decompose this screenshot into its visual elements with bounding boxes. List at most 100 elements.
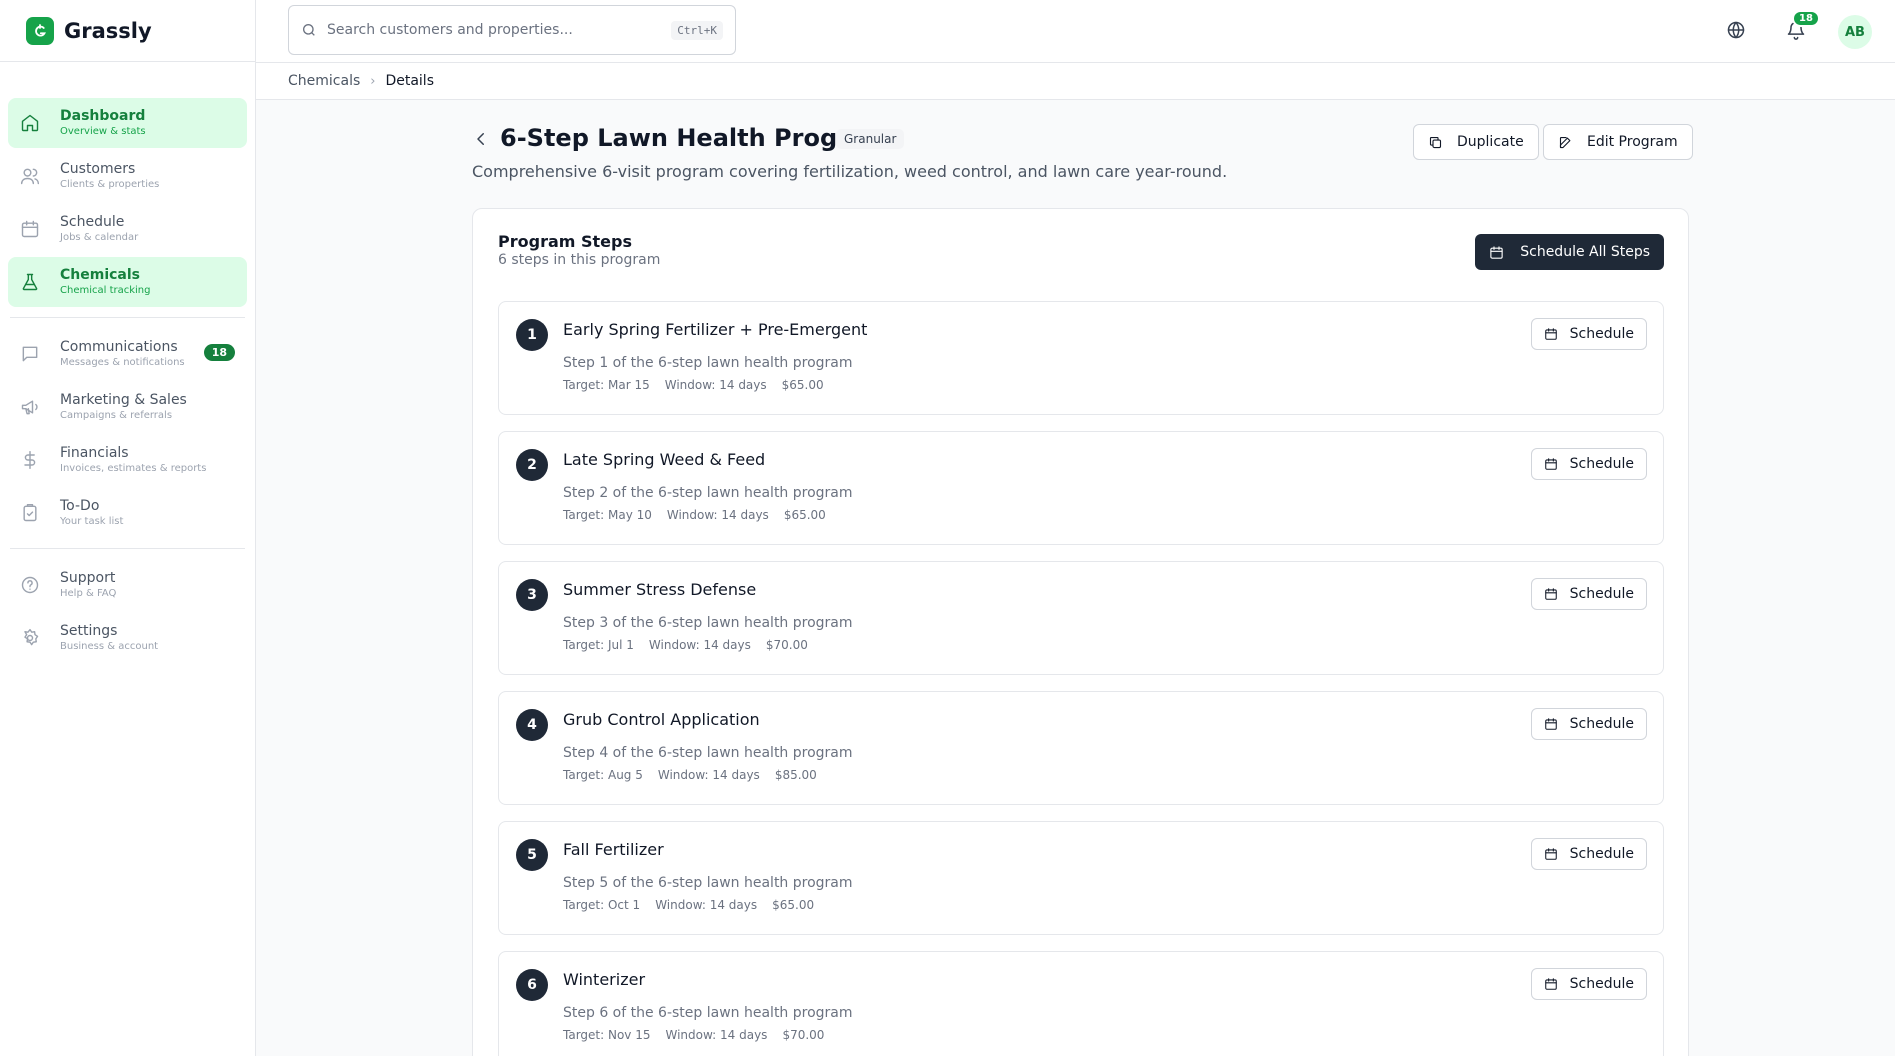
step-window: Window: 14 days xyxy=(666,508,769,522)
calendar-icon xyxy=(1544,718,1557,730)
step-target: Target: May 10 xyxy=(563,508,652,522)
sidebar-item-dashboard[interactable]: Dashboard Overview & stats xyxy=(8,98,247,148)
sidebar-item-sub: Help & FAQ xyxy=(60,587,117,599)
step-meta: Target: Jul 1 Window: 14 days $70.00 xyxy=(563,638,823,652)
step-number: 2 xyxy=(516,449,548,481)
sidebar-item-sub: Messages & notifications xyxy=(60,356,185,368)
breadcrumb-current: Details xyxy=(385,73,434,89)
step-price: $70.00 xyxy=(765,638,808,652)
calendar-icon xyxy=(1544,458,1557,470)
sidebar-item-todo[interactable]: To-Do Your task list xyxy=(8,488,247,538)
step-number: 3 xyxy=(516,579,548,611)
schedule-step-button[interactable]: Schedule xyxy=(1530,968,1647,1000)
step-description: Step 3 of the 6-step lawn health program xyxy=(563,615,853,631)
sidebar-item-chemicals[interactable]: Chemicals Chemical tracking xyxy=(8,257,247,307)
schedule-step-button[interactable]: Schedule xyxy=(1530,578,1647,610)
search-shortcut: Ctrl+K xyxy=(671,20,723,40)
sidebar-item-communications[interactable]: Communications Messages & notifications 1… xyxy=(8,329,247,379)
step-meta: Target: Oct 1 Window: 14 days $65.00 xyxy=(563,898,829,912)
calendar-icon xyxy=(1544,978,1557,990)
sidebar-item-label: Chemicals xyxy=(60,266,141,283)
dollar-icon xyxy=(20,450,40,470)
globe-icon[interactable] xyxy=(1726,20,1748,42)
step-price: $65.00 xyxy=(781,378,824,392)
program-step: 4 Grub Control Application Step 4 of the… xyxy=(498,691,1664,805)
brand-name: Grassly xyxy=(64,18,152,43)
step-description: Step 5 of the 6-step lawn health program xyxy=(563,875,853,891)
step-description: Step 4 of the 6-step lawn health program xyxy=(563,745,853,761)
schedule-label: Schedule xyxy=(1569,976,1634,992)
step-target: Target: Jul 1 xyxy=(563,638,634,652)
step-description: Step 2 of the 6-step lawn health program xyxy=(563,485,853,501)
sidebar-item-sub: Jobs & calendar xyxy=(60,231,139,243)
card-subtitle: 6 steps in this program xyxy=(498,252,661,268)
step-title: Grub Control Application xyxy=(563,710,760,729)
step-target: Target: Nov 15 xyxy=(563,1028,651,1042)
sidebar-item-support[interactable]: Support Help & FAQ xyxy=(8,560,247,610)
sidebar-item-sub: Campaigns & referrals xyxy=(60,409,173,421)
program-step: 6 Winterizer Step 6 of the 6-step lawn h… xyxy=(498,951,1664,1056)
program-steps-card: Program Steps 6 steps in this program Sc… xyxy=(472,208,1689,1056)
sidebar-item-label: Financials xyxy=(60,444,129,461)
duplicate-button[interactable]: Duplicate xyxy=(1413,124,1539,160)
step-price: $85.00 xyxy=(774,768,817,782)
edit-program-label: Edit Program xyxy=(1587,134,1678,150)
schedule-label: Schedule xyxy=(1569,456,1634,472)
schedule-step-button[interactable]: Schedule xyxy=(1530,448,1647,480)
schedule-label: Schedule xyxy=(1569,716,1634,732)
schedule-all-label: Schedule All Steps xyxy=(1520,244,1650,260)
page-description: Comprehensive 6-visit program covering f… xyxy=(472,162,1228,181)
step-title: Summer Stress Defense xyxy=(563,580,757,599)
grassly-logo-icon xyxy=(26,16,54,45)
back-arrow-icon[interactable] xyxy=(472,130,492,150)
step-title: Early Spring Fertilizer + Pre-Emergent xyxy=(563,320,868,339)
step-target: Target: Oct 1 xyxy=(563,898,641,912)
gear-icon xyxy=(20,628,40,648)
schedule-all-steps-button[interactable]: Schedule All Steps xyxy=(1475,234,1664,270)
step-title: Late Spring Weed & Feed xyxy=(563,450,766,469)
sidebar-item-financials[interactable]: Financials Invoices, estimates & reports xyxy=(8,435,247,485)
calendar-icon xyxy=(1544,328,1557,340)
schedule-step-button[interactable]: Schedule xyxy=(1530,318,1647,350)
chevron-right-icon: › xyxy=(370,73,376,89)
edit-icon xyxy=(1559,136,1571,148)
step-number: 4 xyxy=(516,709,548,741)
sidebar-divider xyxy=(10,317,245,318)
schedule-step-button[interactable]: Schedule xyxy=(1530,708,1647,740)
search-input[interactable] xyxy=(327,22,672,38)
sidebar-item-schedule[interactable]: Schedule Jobs & calendar xyxy=(8,204,247,254)
step-window: Window: 14 days xyxy=(665,1028,768,1042)
sidebar-item-label: Communications xyxy=(60,338,178,355)
program-step: 1 Early Spring Fertilizer + Pre-Emergent… xyxy=(498,301,1664,415)
sidebar-item-sub: Chemical tracking xyxy=(60,284,151,296)
search-box[interactable]: Ctrl+K xyxy=(288,5,736,55)
step-number: 5 xyxy=(516,839,548,871)
program-step: 5 Fall Fertilizer Step 5 of the 6-step l… xyxy=(498,821,1664,935)
sidebar-item-sub: Overview & stats xyxy=(60,125,146,137)
program-step: 2 Late Spring Weed & Feed Step 2 of the … xyxy=(498,431,1664,545)
sidebar-item-settings[interactable]: Settings Business & account xyxy=(8,613,247,663)
home-icon xyxy=(20,113,40,133)
step-window: Window: 14 days xyxy=(655,898,758,912)
step-meta: Target: Mar 15 Window: 14 days $65.00 xyxy=(563,378,839,392)
brand[interactable]: Grassly xyxy=(0,0,255,62)
step-price: $70.00 xyxy=(782,1028,825,1042)
step-title: Winterizer xyxy=(563,970,646,989)
edit-program-button[interactable]: Edit Program xyxy=(1543,124,1693,160)
breadcrumb-chemicals[interactable]: Chemicals xyxy=(288,73,360,89)
topbar: Ctrl+K xyxy=(256,0,1895,63)
sidebar-item-label: To-Do xyxy=(60,497,100,514)
schedule-step-button[interactable]: Schedule xyxy=(1530,838,1647,870)
step-price: $65.00 xyxy=(783,508,826,522)
step-price: $65.00 xyxy=(772,898,815,912)
card-title: Program Steps xyxy=(498,232,632,251)
help-icon xyxy=(20,575,40,595)
sidebar-item-label: Customers xyxy=(60,160,136,177)
sidebar-item-customers[interactable]: Customers Clients & properties xyxy=(8,151,247,201)
avatar[interactable]: AB xyxy=(1838,15,1872,49)
sidebar-item-marketing[interactable]: Marketing & Sales Campaigns & referrals xyxy=(8,382,247,432)
message-icon xyxy=(20,344,40,364)
notification-badge: 18 xyxy=(1792,10,1820,27)
step-number: 1 xyxy=(516,319,548,351)
calendar-icon xyxy=(1544,588,1557,600)
